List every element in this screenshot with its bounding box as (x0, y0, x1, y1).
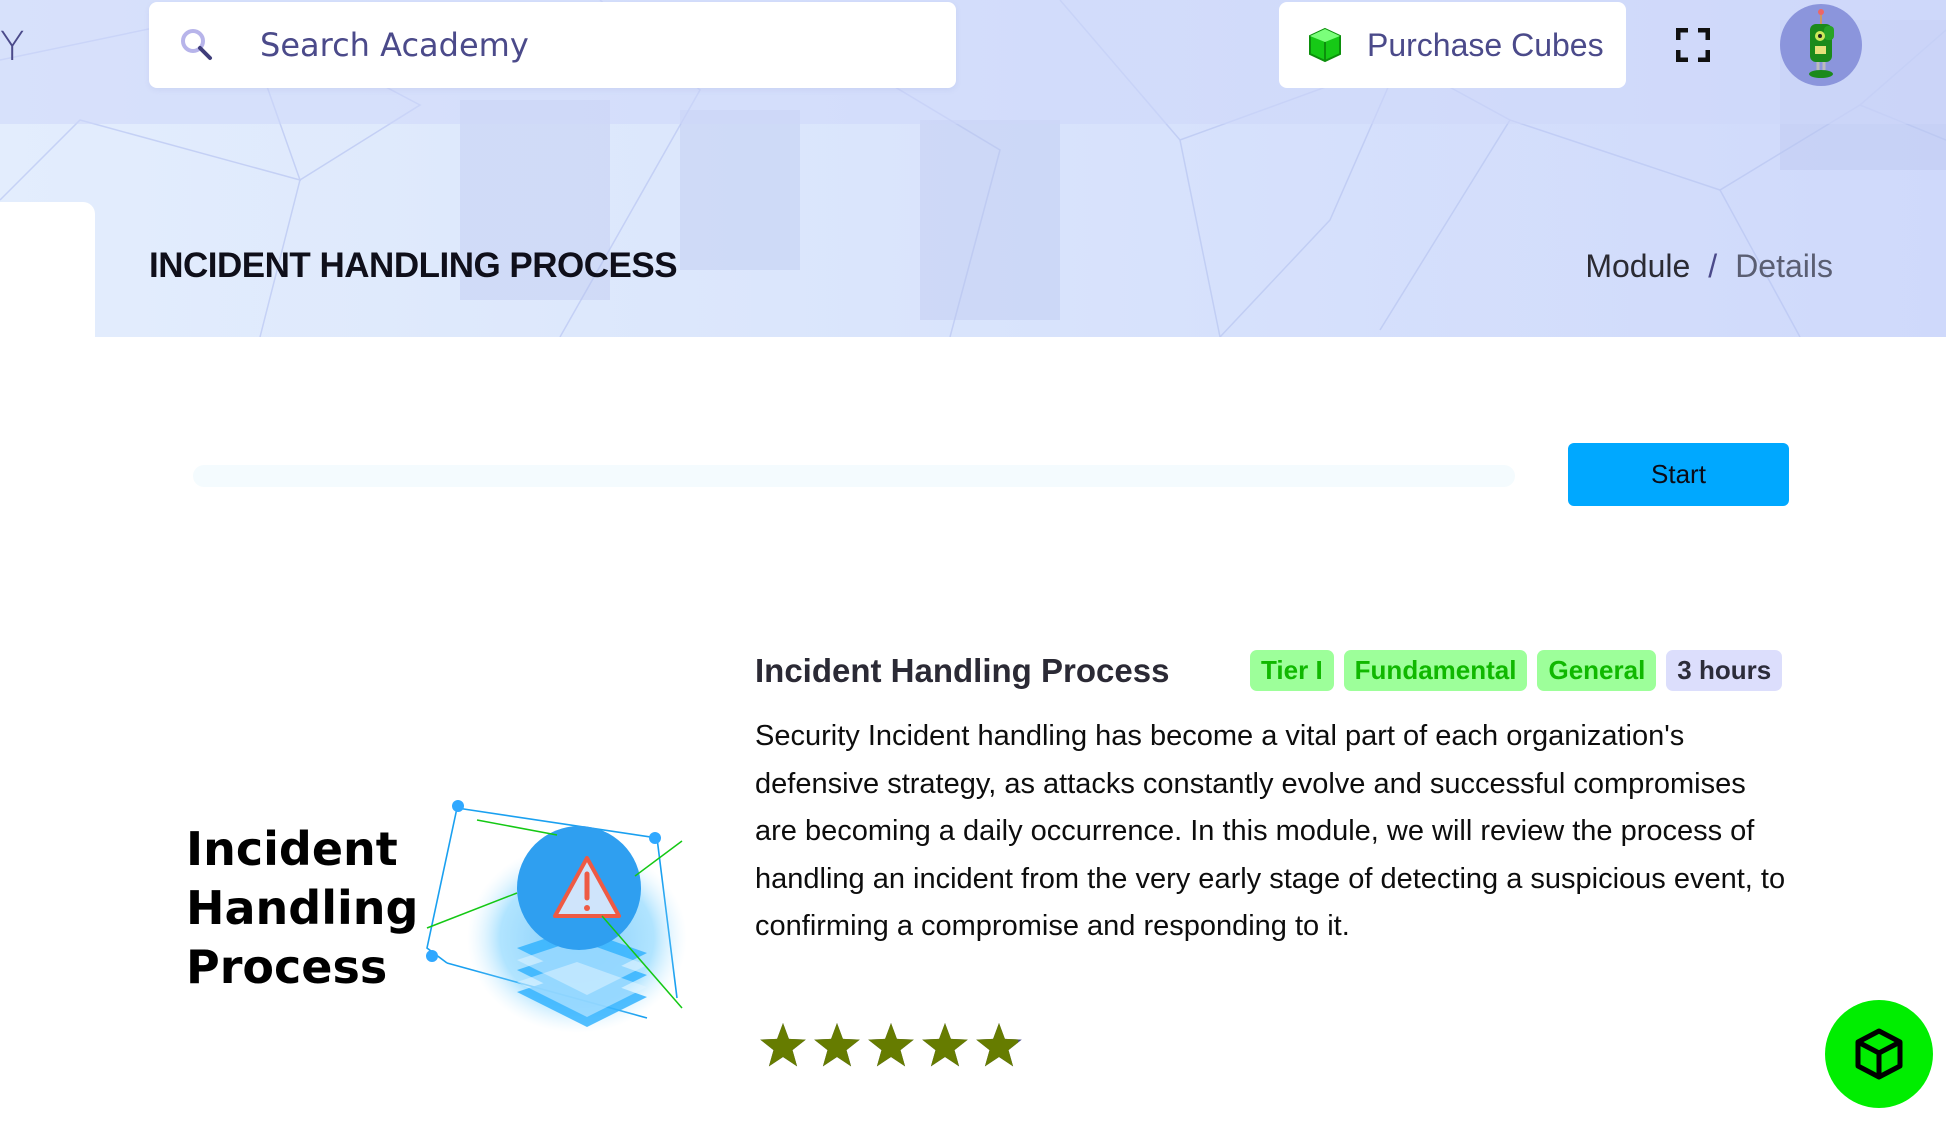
module-description: Security Incident handling has become a … (755, 720, 1786, 942)
star-filled (814, 1023, 860, 1067)
user-avatar[interactable] (1780, 4, 1862, 86)
cube-icon (1309, 27, 1341, 63)
fullscreen-icon[interactable] (1676, 28, 1710, 62)
search-input[interactable] (260, 26, 860, 64)
cover-title-text: Incident Handling Process (186, 820, 418, 997)
sidebar-edge (0, 202, 95, 337)
breadcrumb-details: Details (1735, 248, 1833, 284)
search-icon (181, 29, 212, 60)
breadcrumb-separator: / (1708, 248, 1718, 284)
star-filled (868, 1023, 914, 1067)
module-tags: Tier I Fundamental General 3 hours (1250, 650, 1783, 691)
module-cover-image: Incident Handling Process (147, 748, 710, 1040)
module-progress-bar (193, 465, 1515, 487)
robot-avatar-icon (1809, 9, 1834, 78)
cover-title-line: Handling (186, 881, 419, 935)
cube-outline-icon (1855, 1028, 1903, 1080)
module-name: Incident Handling Process (755, 652, 1170, 689)
rating-stars (760, 1023, 1022, 1067)
page-title: INCIDENT HANDLING PROCESS (149, 246, 678, 285)
tag-category: General (1537, 650, 1657, 691)
breadcrumb: Module / Details (1585, 248, 1833, 285)
breadcrumb-module[interactable]: Module (1585, 248, 1690, 285)
purchase-cubes-button[interactable]: Purchase Cubes (1279, 2, 1626, 88)
brand-logo-fragment[interactable]: Y (0, 24, 24, 70)
star-filled (976, 1023, 1019, 1067)
search-bar[interactable] (149, 2, 956, 88)
star-filled (922, 1023, 968, 1067)
cover-title-line: Process (186, 940, 388, 994)
purchase-cubes-label: Purchase Cubes (1367, 26, 1604, 63)
cubes-fab-button[interactable] (1825, 1000, 1933, 1108)
tag-duration: 3 hours (1666, 650, 1783, 691)
start-button[interactable]: Start (1568, 443, 1789, 506)
cover-title-line: Incident (186, 822, 398, 876)
tag-difficulty: Fundamental (1343, 650, 1528, 691)
tag-tier: Tier I (1250, 650, 1334, 691)
star-filled (760, 1023, 806, 1067)
